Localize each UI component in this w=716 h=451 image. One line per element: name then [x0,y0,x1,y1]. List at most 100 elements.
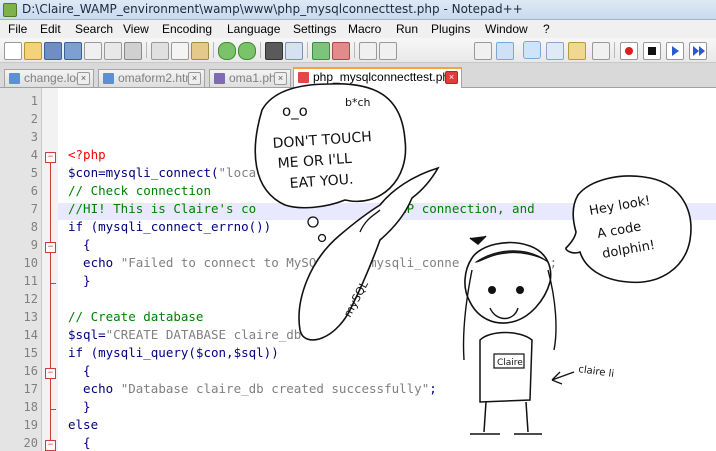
tab-file-icon [103,73,114,84]
line-number: 17 [23,382,38,396]
find-icon[interactable] [265,42,283,60]
code-token: ; [429,381,437,396]
code-token: "Failed to connect to MySQL: " . mysqli_… [120,255,460,270]
fold-toggle-icon[interactable]: − [45,242,56,253]
toolbar-separator [307,42,308,58]
close-all-icon[interactable] [104,42,122,60]
record-macro-icon[interactable] [620,42,638,60]
code-token: { [68,363,91,378]
stop-macro-icon[interactable] [643,42,661,60]
sync-vertical-icon[interactable] [359,42,377,60]
line-number: 19 [23,418,38,432]
code-editor[interactable]: 1 2 3 4 5 6 7 8 9 10 11 12 13 14 15 16 17 18 19 20 <?php $co… [0,88,716,451]
line-number: 10 [23,256,38,270]
menu-search[interactable]: Search [75,22,113,36]
replace-icon[interactable] [285,42,303,60]
fold-toggle-icon[interactable]: − [45,152,56,163]
code-line: { [68,237,91,252]
toolbar [0,38,716,63]
sync-horizontal-icon[interactable] [379,42,397,60]
tab-file-icon [214,73,225,84]
toolbar-separator [146,42,147,58]
code-token: <?php [68,147,106,162]
code-token: } [68,399,91,414]
menu-settings[interactable]: Settings [293,22,336,36]
code-token: { [68,435,91,450]
code-token: if (mysqli_connect_errno()) [68,219,272,234]
code-line: } [68,273,91,288]
cut-icon[interactable] [151,42,169,60]
line-number: 16 [23,364,38,378]
line-number: 18 [23,400,38,414]
close-file-icon[interactable] [84,42,102,60]
fold-end-marker [50,409,56,410]
indent-guide-icon[interactable] [523,41,541,59]
toolbar-separator [614,42,615,58]
line-number: 13 [23,310,38,324]
code-line: if (mysqli_connect_errno()) [68,219,271,234]
code-line: else [68,417,98,432]
line-number: 2 [30,112,38,126]
tab-change-log[interactable]: change.log × [4,69,94,87]
menu-run[interactable]: Run [396,22,418,36]
paste-icon[interactable] [191,42,209,60]
tab-omaform2-html[interactable]: omaform2.html × [98,69,205,87]
save-all-icon[interactable] [64,42,82,60]
code-token: { [68,237,91,252]
function-list-icon[interactable] [592,42,610,60]
save-icon[interactable] [44,42,62,60]
open-file-icon[interactable] [24,42,42,60]
line-number: 9 [30,238,38,252]
play-macro-icon[interactable] [666,42,684,60]
code-line: } [68,399,91,414]
code-token: "CREATE DATABASE claire_db" [105,327,309,342]
menu-plugins[interactable]: Plugins [431,22,470,36]
code-line: // Check connection [68,183,211,198]
menu-window[interactable]: Window [485,22,528,36]
code-token: $con [68,165,99,180]
new-file-icon[interactable] [4,42,22,60]
line-number: 14 [23,328,38,342]
code-token: "local [218,165,264,180]
line-number: 11 [23,274,38,288]
close-tab-icon[interactable]: × [274,72,287,85]
code-token: ; [308,327,317,342]
code-line: // Create database [68,309,203,324]
fold-toggle-icon[interactable]: − [45,440,56,451]
fold-end-marker [50,283,56,284]
tab-label: php_mysqlconnecttest.php [313,70,456,84]
menu-edit[interactable]: Edit [40,22,61,36]
print-icon[interactable] [124,42,142,60]
fold-toggle-icon[interactable]: − [45,368,56,379]
zoom-in-icon[interactable] [312,42,330,60]
undo-icon[interactable] [218,42,236,60]
line-number: 15 [23,346,38,360]
menu-language[interactable]: Language [227,22,280,36]
line-number: 12 [23,292,38,306]
run-macro-multiple-icon[interactable] [689,42,707,60]
tab-oma1-php[interactable]: oma1.php × [209,69,291,87]
redo-icon[interactable] [238,42,256,60]
doc-map-icon[interactable] [568,42,586,60]
close-tab-icon[interactable]: × [445,71,458,84]
menu-file[interactable]: File [8,22,27,36]
menu-bar: File Edit Search View Encoding Language … [0,20,716,38]
tab-file-icon [298,72,309,83]
menu-view[interactable]: View [123,22,149,36]
word-wrap-icon[interactable] [474,42,492,60]
menu-macro[interactable]: Macro [348,22,381,36]
code-token: } [68,273,91,288]
code-token: echo [68,255,121,270]
menu-help[interactable]: ? [543,22,550,36]
menu-encoding[interactable]: Encoding [162,22,212,36]
show-all-chars-icon[interactable] [496,42,514,60]
close-tab-icon[interactable]: × [77,72,90,85]
fold-line [50,163,51,451]
zoom-out-icon[interactable] [332,42,350,60]
user-lang-icon[interactable] [546,42,564,60]
tab-php-mysqlconnecttest[interactable]: php_mysqlconnecttest.php × [293,67,462,89]
tab-bar: change.log × omaform2.html × oma1.php × … [0,63,716,89]
close-tab-icon[interactable]: × [188,72,201,85]
copy-icon[interactable] [171,42,189,60]
